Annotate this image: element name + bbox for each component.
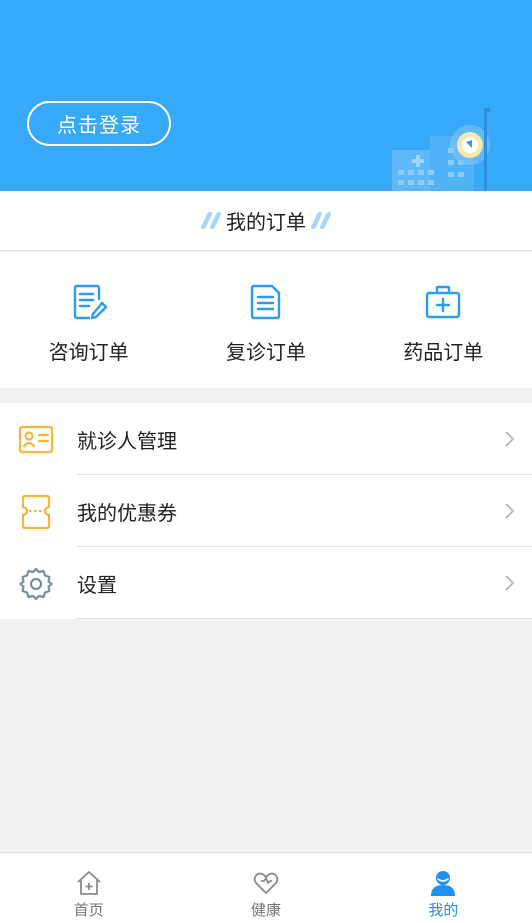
medical-kit-icon bbox=[426, 285, 461, 319]
heart-icon bbox=[253, 872, 279, 894]
patient-management-item[interactable]: 就诊人管理 bbox=[0, 403, 532, 475]
tab-mine[interactable]: 我的 bbox=[355, 853, 532, 923]
tab-health[interactable]: 健康 bbox=[177, 853, 354, 923]
chevron-right-icon bbox=[505, 431, 515, 447]
orders-title: 我的订单 bbox=[226, 210, 306, 234]
decor-slash-right bbox=[310, 212, 332, 229]
chevron-right-icon bbox=[505, 575, 515, 591]
followup-order-button[interactable]: 复诊订单 bbox=[177, 252, 354, 388]
menu-label: 就诊人管理 bbox=[77, 428, 177, 453]
edit-document-icon bbox=[73, 284, 107, 320]
order-label: 复诊订单 bbox=[225, 340, 306, 364]
menu-label: 设置 bbox=[77, 572, 117, 597]
header-banner: 点击登录 bbox=[0, 0, 532, 191]
tab-home[interactable]: 首页 bbox=[0, 853, 177, 923]
user-icon bbox=[431, 871, 456, 896]
id-card-icon bbox=[18, 425, 54, 454]
home-icon bbox=[77, 871, 101, 895]
my-coupons-item[interactable]: 我的优惠券 bbox=[0, 475, 532, 547]
bottom-tab-bar: 首页 健康 我的 bbox=[0, 852, 532, 923]
gear-icon bbox=[19, 567, 53, 601]
order-label: 药品订单 bbox=[403, 340, 484, 364]
settings-item[interactable]: 设置 bbox=[0, 547, 532, 619]
tab-label: 我的 bbox=[428, 901, 459, 919]
orders-grid: 咨询订单 复诊订单 药品订单 bbox=[0, 252, 532, 388]
menu-list: 就诊人管理 我的优惠券 设置 bbox=[0, 403, 532, 619]
chevron-right-icon bbox=[505, 503, 515, 519]
coupon-icon bbox=[21, 494, 51, 530]
divider bbox=[76, 618, 532, 619]
medicine-order-button[interactable]: 药品订单 bbox=[355, 252, 532, 388]
menu-label: 我的优惠券 bbox=[77, 500, 177, 525]
orders-section-header: 我的订单 bbox=[0, 191, 532, 251]
document-icon bbox=[250, 284, 281, 320]
decor-slash-left bbox=[200, 212, 222, 229]
tab-label: 健康 bbox=[250, 901, 281, 919]
order-label: 咨询订单 bbox=[48, 340, 129, 364]
consult-order-button[interactable]: 咨询订单 bbox=[0, 252, 177, 388]
login-button[interactable]: 点击登录 bbox=[27, 101, 171, 146]
hospital-illustration-icon bbox=[392, 108, 490, 191]
tab-label: 首页 bbox=[73, 901, 104, 919]
